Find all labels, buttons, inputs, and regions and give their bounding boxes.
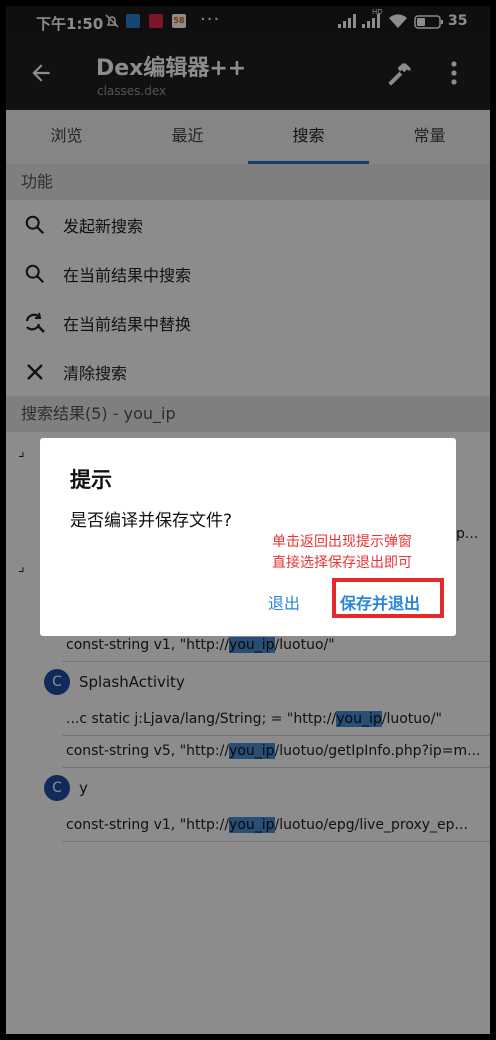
dialog-title: 提示 [70,468,112,492]
save-and-exit-button[interactable]: 保存并退出 [340,590,420,614]
dialog-message: 是否编译并保存文件? [70,511,233,531]
exit-button[interactable]: 退出 [268,590,300,614]
save-dialog: 提示 是否编译并保存文件? 单击返回出现提示弹窗 直接选择保存退出即可 退出 保… [40,438,456,636]
app-screen: 下午1:50 58 ··· HD 35 Dex编辑器++ classes.dex [6,6,490,1034]
annotation-note: 单击返回出现提示弹窗 直接选择保存退出即可 [272,534,412,571]
